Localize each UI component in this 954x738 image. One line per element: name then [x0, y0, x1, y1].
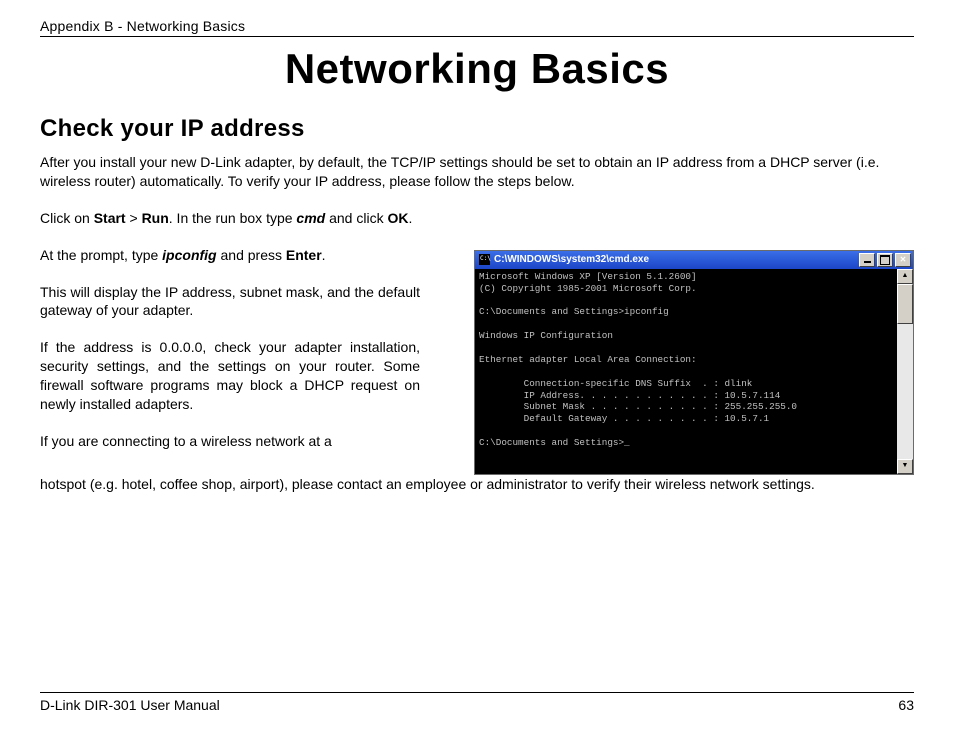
cmd-window: C:\WINDOWS\system32\cmd.exe Microsoft Wi…: [474, 250, 914, 475]
bold-start: Start: [94, 210, 126, 226]
paragraph-zero-address: If the address is 0.0.0.0, check your ad…: [40, 338, 420, 414]
bold-ok: OK: [387, 210, 408, 226]
footer-page-number: 63: [898, 697, 914, 713]
bold-enter: Enter: [286, 247, 322, 263]
text: Click on: [40, 210, 94, 226]
bolditalic-cmd: cmd: [296, 210, 325, 226]
footer-manual-name: D-Link DIR-301 User Manual: [40, 697, 220, 713]
header-rule: [40, 36, 914, 37]
cmd-title-text: C:\WINDOWS\system32\cmd.exe: [494, 253, 859, 267]
section-heading: Check your IP address: [40, 115, 914, 143]
scroll-down-button[interactable]: ▼: [897, 459, 913, 474]
page-footer: D-Link DIR-301 User Manual 63: [40, 692, 914, 713]
text: .: [322, 247, 326, 263]
text: and click: [325, 210, 387, 226]
intro-paragraph: After you install your new D-Link adapte…: [40, 153, 914, 191]
cmd-icon: [479, 254, 490, 265]
cmd-scrollbar[interactable]: ▲ ▼: [897, 269, 913, 474]
text: >: [126, 210, 142, 226]
paragraph-hotspot-continued: hotspot (e.g. hotel, coffee shop, airpor…: [40, 475, 914, 494]
scroll-up-button[interactable]: ▲: [897, 269, 913, 284]
cmd-titlebar: C:\WINDOWS\system32\cmd.exe: [475, 251, 913, 269]
page-title: Networking Basics: [40, 45, 914, 93]
bold-run: Run: [142, 210, 169, 226]
bolditalic-ipconfig: ipconfig: [162, 247, 216, 263]
close-button[interactable]: [895, 253, 911, 267]
step-ipconfig: At the prompt, type ipconfig and press E…: [40, 246, 420, 265]
text: . In the run box type: [169, 210, 297, 226]
left-column: At the prompt, type ipconfig and press E…: [40, 246, 420, 475]
right-column: C:\WINDOWS\system32\cmd.exe Microsoft Wi…: [434, 246, 914, 475]
minimize-button[interactable]: [859, 253, 875, 267]
scroll-thumb[interactable]: [897, 284, 913, 324]
step-click-start-run: Click on Start > Run. In the run box typ…: [40, 209, 914, 228]
cmd-console-output: Microsoft Windows XP [Version 5.1.2600] …: [475, 269, 897, 474]
maximize-button[interactable]: [877, 253, 893, 267]
text: .: [408, 210, 412, 226]
paragraph-display-info: This will display the IP address, subnet…: [40, 283, 420, 321]
text: and press: [217, 247, 286, 263]
footer-rule: [40, 692, 914, 693]
header-breadcrumb: Appendix B - Networking Basics: [40, 18, 914, 34]
scroll-track[interactable]: [897, 324, 913, 459]
paragraph-hotspot-lead: If you are connecting to a wireless netw…: [40, 432, 420, 451]
text: At the prompt, type: [40, 247, 162, 263]
